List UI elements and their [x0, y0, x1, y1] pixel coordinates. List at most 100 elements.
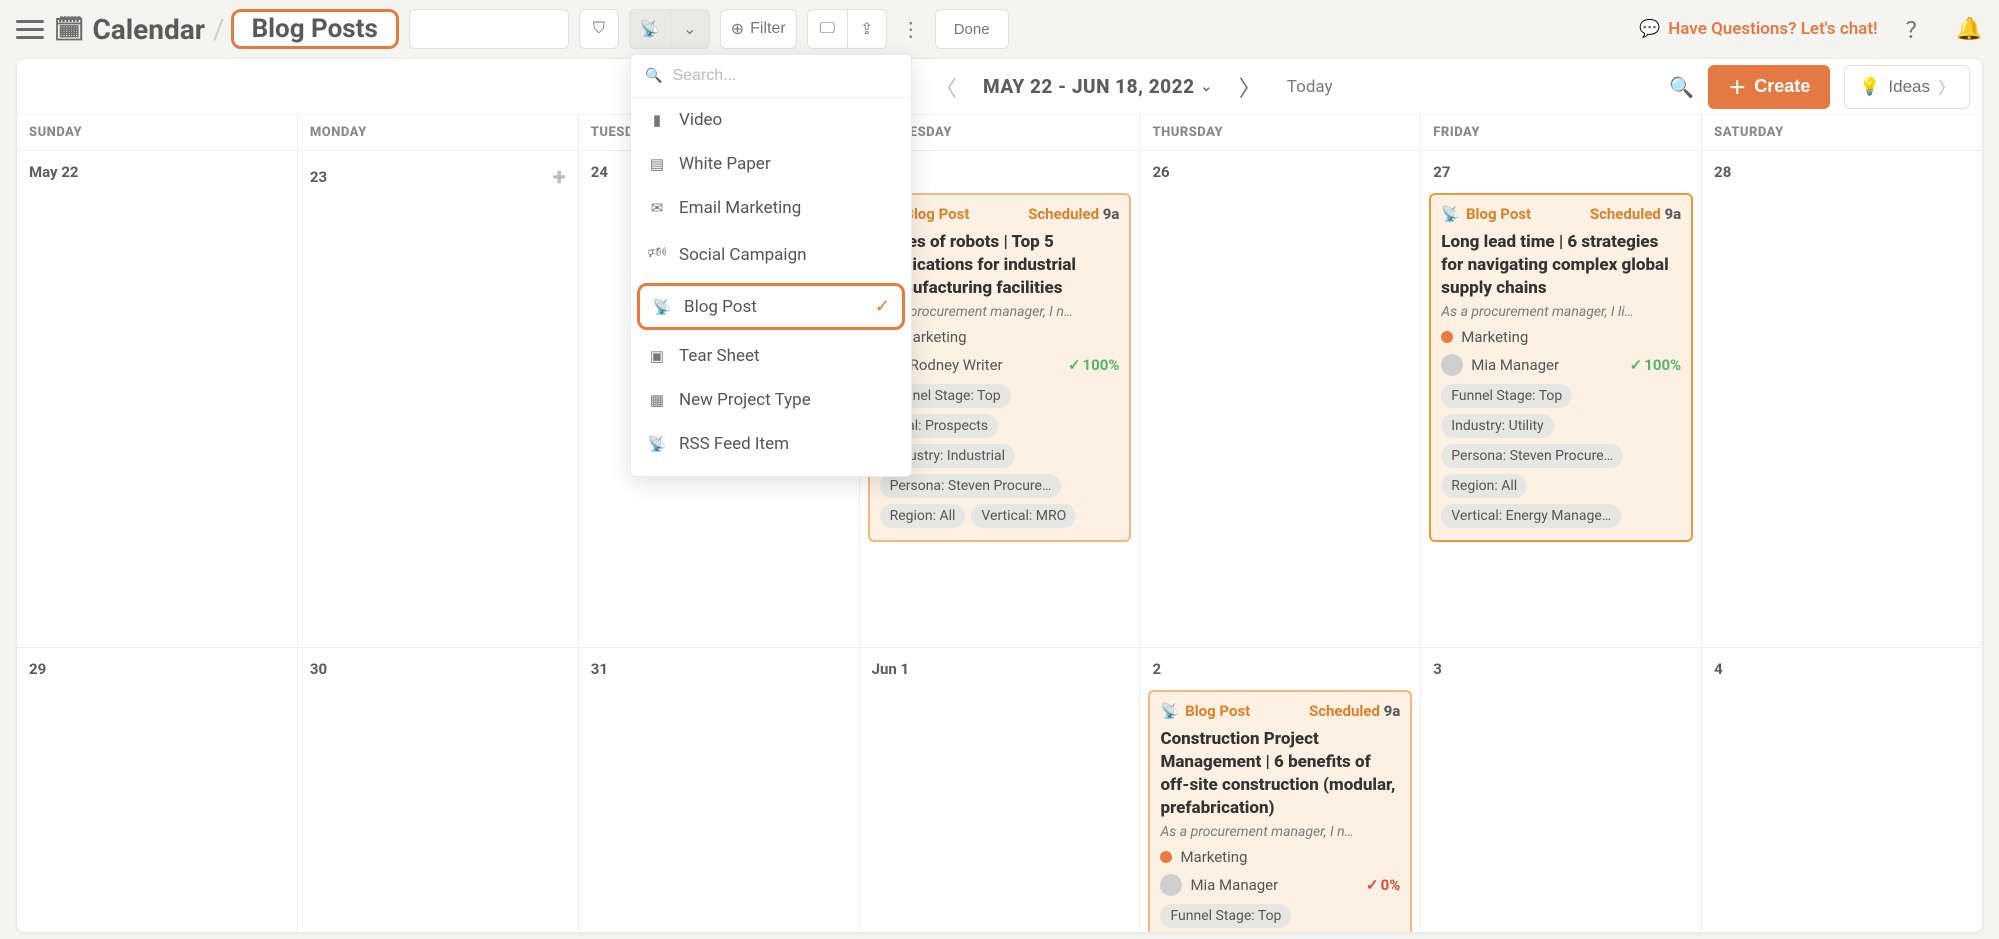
view-name-input[interactable]	[409, 9, 569, 49]
dropdown-item-label: RSS Feed Item	[679, 434, 789, 454]
dropdown-item-label: Tear Sheet	[679, 346, 760, 366]
day-cell[interactable]: 29	[17, 648, 297, 932]
day-cell[interactable]: 3	[1420, 648, 1701, 932]
plus-icon: ＋	[1728, 74, 1746, 100]
avatar	[1441, 354, 1463, 376]
tag[interactable]: Persona: Steven Procure…	[1441, 444, 1623, 468]
day-cell[interactable]: 2 📡 Blog Post Scheduled 9a Construction …	[1139, 648, 1420, 932]
more-icon[interactable]: ⋮	[897, 17, 925, 41]
date-number: 3	[1433, 660, 1442, 678]
day-cell[interactable]: 31	[578, 648, 859, 932]
prev-month-button[interactable]: 〈	[927, 67, 965, 107]
type-filter-button[interactable]: 📡	[629, 9, 670, 49]
dropdown-item-video[interactable]: ▮ Video	[631, 98, 911, 142]
card-note: As a procurement manager, I li…	[1441, 304, 1681, 320]
page-title[interactable]: Calendar	[92, 13, 205, 46]
date-range-picker[interactable]: MAY 22 - JUN 18, 2022 ⌄	[983, 75, 1213, 98]
ideas-button[interactable]: 💡 Ideas 〉	[1844, 65, 1970, 109]
share-button[interactable]: ⇪	[847, 9, 887, 49]
next-month-button[interactable]: 〉	[1231, 67, 1269, 107]
rss-icon: 📡	[640, 19, 660, 39]
card-title: Types of robots | Top 5 applications for…	[880, 231, 1120, 300]
date-number: 24	[591, 163, 608, 181]
view-mode-group: 🖵 ⇪	[807, 9, 887, 49]
dropdown-item-tearsheet[interactable]: ▣ Tear Sheet	[631, 334, 911, 378]
done-button[interactable]: Done	[935, 9, 1009, 49]
type-filter-dropdown[interactable]: ⌄	[670, 9, 710, 49]
help-icon[interactable]: ？	[1906, 13, 1928, 45]
calendar-search-icon[interactable]: 🔍	[1669, 75, 1694, 99]
plus-icon: ⊕	[731, 19, 744, 39]
dayhead-fri: FRIDAY	[1420, 115, 1701, 150]
day-cell[interactable]: 28	[1701, 151, 1982, 647]
card-campaign: Marketing	[1461, 328, 1528, 346]
day-cell[interactable]: 26	[1139, 151, 1420, 647]
type-filter-group: 📡 ⌄	[629, 9, 710, 49]
day-cell[interactable]: 27 📡 Blog Post Scheduled 9a Long lead ti…	[1420, 151, 1701, 647]
card-assignee: Mia Manager	[1471, 356, 1559, 374]
bell-icon[interactable]: 🔔	[1956, 17, 1983, 42]
calendar-icon: 🗓	[54, 15, 84, 43]
dropdown-item-email[interactable]: ✉ Email Marketing	[631, 186, 911, 230]
card-time: 9a	[1103, 205, 1120, 223]
dropdown-search-input[interactable]	[672, 67, 897, 85]
tag[interactable]: Funnel Stage: Top	[1441, 384, 1572, 408]
campaign-dot	[1441, 331, 1453, 343]
tag[interactable]: Vertical: Energy Manage…	[1441, 504, 1621, 528]
tag[interactable]: Persona: Steven Procure…	[880, 474, 1062, 498]
newtype-icon: ▦	[647, 391, 667, 409]
calendar-card[interactable]: 📡 Blog Post Scheduled 9a Construction Pr…	[1148, 690, 1412, 933]
add-filter-button[interactable]: ⊕ Filter	[720, 9, 797, 49]
day-cell[interactable]: 23 +	[297, 151, 578, 647]
check-icon: ✓	[875, 296, 890, 317]
menu-icon[interactable]	[16, 15, 44, 43]
dropdown-item-rss[interactable]: 📡 RSS Feed Item	[631, 422, 911, 466]
search-icon: 🔍	[645, 68, 662, 84]
tag[interactable]: Region: All	[1441, 474, 1527, 498]
card-type: Blog Post	[904, 205, 969, 223]
day-header-row: SUNDAY MONDAY TUESDAY WEDNESDAY THURSDAY…	[17, 115, 1982, 151]
view-name-pill[interactable]: Blog Posts	[231, 9, 399, 49]
rss-icon: 📡	[647, 435, 667, 453]
card-assignee: Mia Manager	[1190, 876, 1278, 894]
card-type: Blog Post	[1466, 205, 1531, 223]
card-status: Scheduled	[1028, 205, 1099, 223]
tearsheet-icon: ▣	[647, 347, 667, 365]
calendar-header: 〈 MAY 22 - JUN 18, 2022 ⌄ 〉 Today 🔍 ＋ Cr…	[17, 59, 1982, 115]
tag[interactable]: Region: All	[880, 504, 966, 528]
filter-icon-button[interactable]: ⛉	[579, 9, 619, 49]
create-button[interactable]: ＋ Create	[1708, 65, 1830, 109]
chat-link[interactable]: 💬 Have Questions? Let's chat!	[1639, 19, 1878, 39]
dropdown-item-social[interactable]: 🕬 Social Campaign	[631, 230, 911, 279]
breadcrumb-slash: /	[213, 13, 225, 46]
tag-list: Funnel Stage: Top	[1160, 904, 1400, 928]
week-row: May 22 23 + 24 25 📡 Blog Post Scheduled …	[17, 151, 1982, 647]
dropdown-item-blogpost[interactable]: 📡 Blog Post ✓	[637, 283, 905, 330]
today-link[interactable]: Today	[1287, 77, 1333, 97]
display-button[interactable]: 🖵	[807, 9, 847, 49]
dropdown-item-newtype[interactable]: ▦ New Project Type	[631, 378, 911, 422]
blog-icon: 📡	[1160, 702, 1179, 720]
tag[interactable]: Vertical: MRO	[971, 504, 1076, 528]
day-cell[interactable]: 30	[297, 648, 578, 932]
tag[interactable]: Funnel Stage: Top	[1160, 904, 1291, 928]
add-item-icon[interactable]: +	[553, 163, 566, 191]
calendar-card[interactable]: 📡 Blog Post Scheduled 9a Long lead time …	[1429, 193, 1693, 542]
date-number: 27	[1433, 163, 1450, 181]
card-title: Construction Project Management | 6 bene…	[1160, 728, 1400, 820]
ideas-label: Ideas	[1888, 77, 1930, 97]
card-percent: ✓100%	[1630, 356, 1682, 374]
chat-icon: 💬	[1639, 19, 1660, 39]
dropdown-item-whitepaper[interactable]: ▤ White Paper	[631, 142, 911, 186]
day-cell[interactable]: May 22	[17, 151, 297, 647]
tag[interactable]: Industry: Utility	[1441, 414, 1553, 438]
day-cell[interactable]: Jun 1	[859, 648, 1140, 932]
dropdown-search[interactable]: 🔍	[631, 55, 911, 98]
whitepaper-icon: ▤	[647, 155, 667, 173]
card-status: Scheduled	[1309, 702, 1380, 720]
day-cell[interactable]: 4	[1701, 648, 1982, 932]
card-note: As a procurement manager, I n…	[880, 304, 1120, 320]
dropdown-item-label: White Paper	[679, 154, 771, 174]
date-range-label: MAY 22 - JUN 18, 2022	[983, 75, 1195, 98]
date-number: 30	[310, 660, 327, 678]
